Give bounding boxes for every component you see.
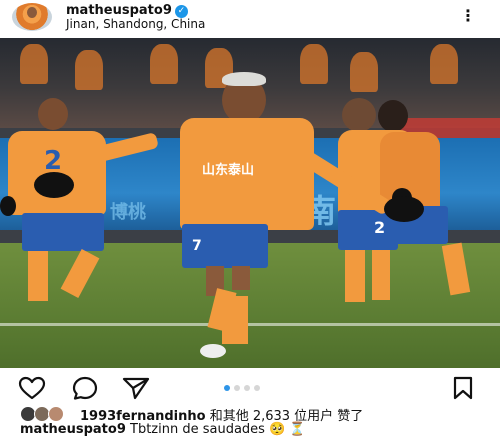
player-number: 7	[192, 238, 202, 254]
comment-icon[interactable]	[72, 376, 98, 405]
caption-text: Tbtzinn de saudades 🥺 ⏳	[125, 422, 306, 437]
post-caption: matheuspato9 Tbtzinn de saudades 🥺 ⏳	[20, 422, 306, 437]
crowd-figure	[150, 44, 178, 84]
sock	[28, 251, 48, 301]
banner-text-left: 博桃	[110, 202, 146, 223]
sock	[345, 250, 365, 302]
liker-avatars	[20, 406, 76, 422]
player-number: 2	[374, 218, 386, 237]
sock	[222, 296, 248, 344]
glove	[34, 172, 74, 198]
pitch-line	[0, 323, 500, 326]
liker-avatar	[48, 406, 64, 422]
carousel-dot	[254, 385, 260, 391]
carousel-dot-active	[224, 385, 230, 391]
boot	[200, 344, 226, 358]
send-icon[interactable]	[122, 376, 150, 405]
player-head	[378, 100, 408, 132]
sock	[372, 250, 390, 300]
player-head	[342, 98, 376, 132]
caption-username[interactable]: matheuspato9	[20, 422, 126, 437]
player-shorts	[22, 213, 104, 251]
player-hair	[222, 72, 266, 86]
avatar-face	[27, 7, 37, 18]
player-head	[38, 98, 68, 130]
post-header: matheuspato9 ✓ Jinan, Shandong, China ⋮	[0, 0, 500, 38]
post-photo[interactable]: 博桃 济南 2 2 山东泰山 7	[0, 38, 500, 368]
post-author[interactable]: matheuspato9 ✓	[66, 3, 188, 18]
glove	[0, 196, 16, 216]
crowd-figure	[300, 44, 328, 84]
crowd-figure	[430, 44, 458, 84]
heart-icon[interactable]	[18, 376, 46, 405]
more-options-icon[interactable]: ⋮	[460, 6, 477, 26]
carousel-indicator	[224, 378, 284, 391]
bookmark-icon[interactable]	[452, 376, 474, 405]
author-username[interactable]: matheuspato9	[66, 3, 172, 18]
post-location[interactable]: Jinan, Shandong, China	[66, 17, 205, 31]
avatar[interactable]	[12, 3, 52, 31]
crowd-figure	[350, 52, 378, 92]
carousel-dot	[234, 385, 240, 391]
crowd-figure	[20, 44, 48, 84]
shirt-sponsor-text: 山东泰山	[202, 163, 255, 178]
glove	[384, 196, 424, 222]
carousel-dot	[244, 385, 250, 391]
player-leg	[232, 266, 250, 290]
crowd-figure	[75, 50, 103, 90]
